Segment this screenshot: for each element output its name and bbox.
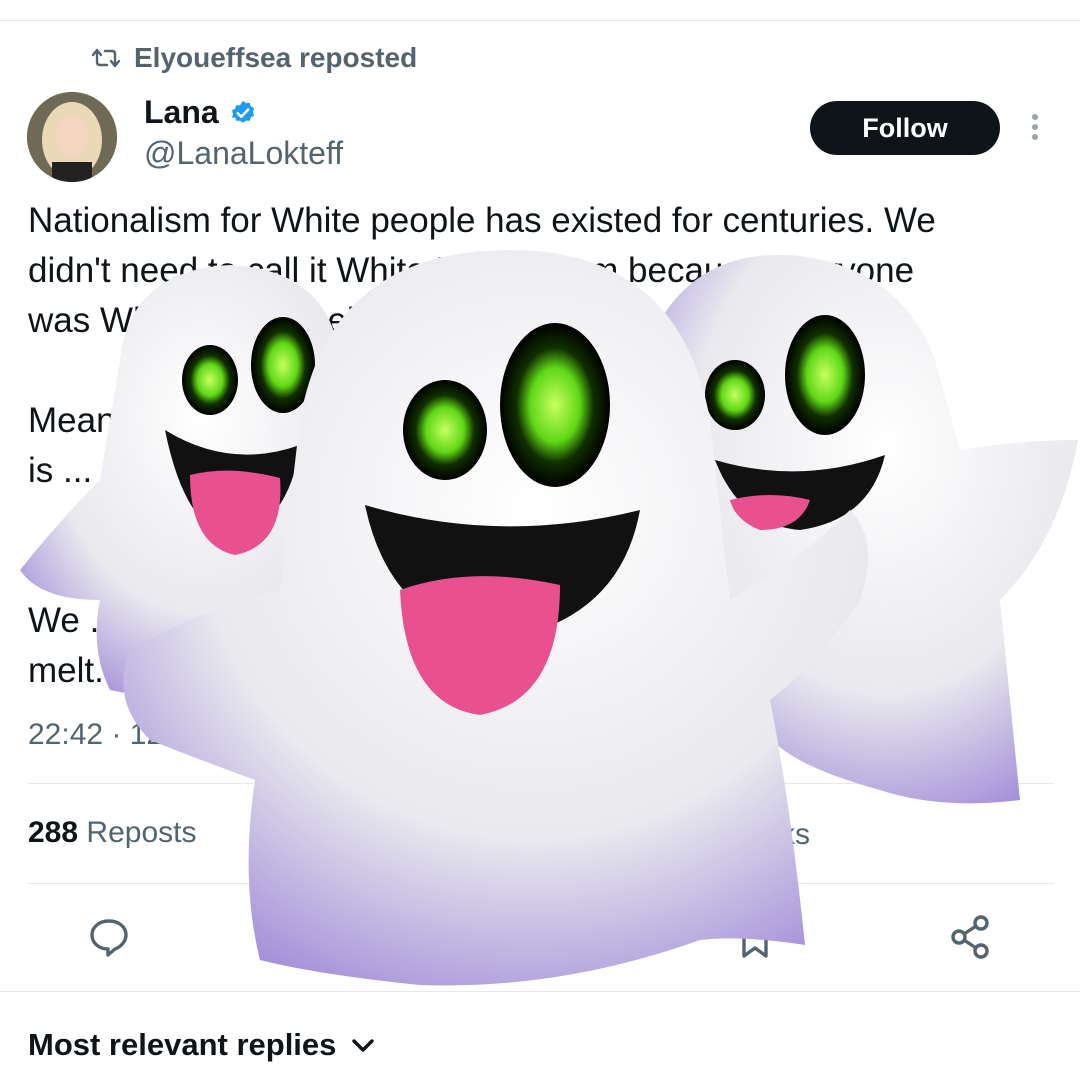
author-name[interactable]: Lana [144, 94, 219, 131]
repost-label: Elyoueffsea reposted [134, 42, 418, 73]
reposts-count: 288 [28, 816, 79, 849]
divider [28, 883, 1054, 884]
verified-badge-icon [231, 100, 254, 123]
follow-button[interactable]: Follow [810, 101, 1000, 155]
reply-icon[interactable] [84, 912, 134, 962]
author-name-row[interactable]: Lana [144, 94, 257, 131]
repost-action-icon[interactable] [295, 912, 345, 962]
tweet-text: Nationalism for White people has existed… [28, 201, 936, 690]
chevron-down-icon [352, 1039, 375, 1052]
bookmark-icon[interactable] [730, 912, 780, 962]
author-handle[interactable]: @LanaLokteff [144, 135, 343, 172]
avatar[interactable] [27, 92, 117, 182]
more-options-icon[interactable] [1025, 112, 1045, 144]
repost-icon [92, 48, 120, 68]
replies-sort-label: Most relevant replies [28, 1027, 337, 1062]
reposts-label: Reposts [86, 816, 197, 849]
reposts-stat[interactable]: 288 Reposts [28, 816, 196, 850]
replies-sort-dropdown[interactable]: Most relevant replies [28, 1027, 376, 1063]
top-divider [0, 20, 1080, 21]
divider [0, 991, 1080, 992]
divider [28, 783, 1054, 784]
other-stat[interactable]: ks [780, 818, 810, 852]
share-icon[interactable] [945, 912, 995, 962]
tweet-timestamp[interactable]: 22:42 · 12 Jul 23 [28, 718, 252, 752]
avatar-image [27, 92, 117, 182]
repost-indicator[interactable]: Elyoueffsea reposted [92, 42, 417, 74]
